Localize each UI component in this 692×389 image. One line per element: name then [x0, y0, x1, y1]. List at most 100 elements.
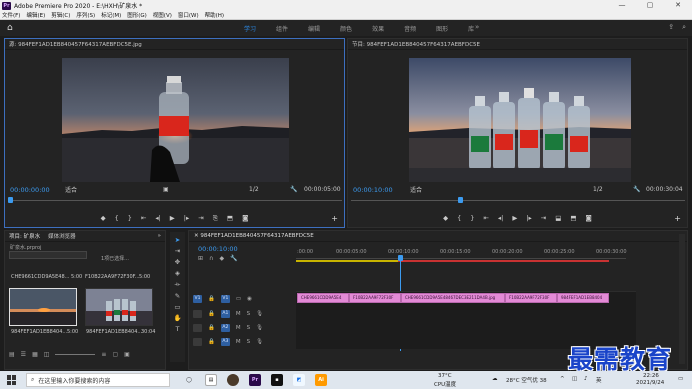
linked-selection-icon[interactable]: ∩: [209, 255, 213, 262]
project-more-button[interactable]: »: [158, 233, 161, 239]
mute-button[interactable]: M: [236, 339, 241, 345]
program-fit-select[interactable]: 适合: [410, 185, 422, 194]
mic-icon[interactable]: 🎙: [256, 339, 263, 345]
file-explorer-icon[interactable]: ▤: [205, 374, 217, 386]
tab-project[interactable]: 项目: 矿泉水: [9, 232, 40, 240]
source-marker-icon[interactable]: ▣: [163, 186, 169, 193]
step-back-icon[interactable]: ◂|: [155, 214, 160, 222]
play-button[interactable]: ▶: [512, 214, 517, 222]
mute-button[interactable]: M: [236, 325, 241, 331]
workspace-tab-audio[interactable]: 音频: [404, 24, 416, 33]
source-resolution-select[interactable]: 1/2: [249, 186, 259, 193]
freeform-view-icon[interactable]: ◫: [44, 351, 50, 358]
solo-button[interactable]: S: [247, 325, 251, 331]
ripple-edit-tool-icon[interactable]: ✥: [175, 258, 180, 266]
selection-tool-icon[interactable]: ➤: [175, 236, 180, 244]
mark-out-icon[interactable]: }: [470, 214, 474, 222]
extract-icon[interactable]: ⬒: [570, 214, 576, 222]
project-item-name[interactable]: CHE9661CDD9A5E48...: [11, 274, 69, 280]
add-button-icon[interactable]: +: [331, 214, 338, 223]
lock-icon[interactable]: 🔒: [208, 325, 215, 331]
lock-icon[interactable]: 🔒: [208, 339, 215, 345]
maximize-button[interactable]: ▢: [636, 0, 664, 11]
track-target-a2[interactable]: A2: [220, 323, 230, 332]
mic-icon[interactable]: 🎙: [256, 311, 263, 317]
workspace-tab-effects[interactable]: 效果: [372, 24, 384, 33]
workspace-tab-learn[interactable]: 学习: [244, 24, 256, 33]
camera-icon[interactable]: ◙: [586, 214, 592, 222]
step-forward-icon[interactable]: |▸: [184, 214, 189, 222]
mark-in-icon[interactable]: ◆: [101, 214, 106, 222]
sort-icon[interactable]: ≡: [101, 351, 106, 358]
windows-start-icon[interactable]: [7, 375, 17, 385]
menu-file[interactable]: 文件(F): [2, 11, 20, 19]
tab-media-browser[interactable]: 媒体浏览器: [48, 232, 76, 240]
go-to-in-icon[interactable]: ⇤: [483, 214, 488, 222]
new-bin-icon[interactable]: ▢: [112, 351, 118, 358]
timeline-clip[interactable]: F10B22AA9F72F30F: [505, 293, 557, 303]
lift-icon[interactable]: ⬓: [555, 214, 561, 222]
premiere-taskbar-icon[interactable]: Pr: [249, 374, 261, 386]
mute-button[interactable]: M: [236, 311, 241, 317]
source-timecode[interactable]: 00:00:00:00: [10, 186, 50, 194]
menu-graphics[interactable]: 图形(G): [127, 11, 147, 19]
source-patch-v1[interactable]: V1: [193, 294, 202, 303]
eye-icon[interactable]: ◉: [247, 296, 252, 302]
wrench-icon[interactable]: 🔧: [633, 186, 640, 193]
workspace-tab-graphics[interactable]: 图形: [436, 24, 448, 33]
menu-view[interactable]: 视图(V): [153, 11, 172, 19]
volume-icon[interactable]: ♪: [584, 376, 588, 382]
network-icon[interactable]: ◫: [572, 376, 577, 382]
zoom-slider[interactable]: [55, 353, 96, 355]
menu-edit[interactable]: 编辑(E): [26, 11, 45, 19]
menu-clip[interactable]: 剪辑(C): [51, 11, 70, 19]
wrench-icon[interactable]: 🔧: [290, 186, 297, 193]
insert-icon[interactable]: ⎘: [213, 214, 218, 223]
track-select-tool-icon[interactable]: ⇥: [175, 247, 180, 255]
workspace-tab-assembly[interactable]: 组件: [276, 24, 288, 33]
source-patch-a2[interactable]: [193, 323, 202, 332]
workspace-tab-libraries[interactable]: 库: [468, 24, 474, 33]
weather-text[interactable]: 28°C 空气优 38: [506, 376, 547, 384]
source-video-frame[interactable]: [62, 58, 289, 182]
workspace-more-button[interactable]: »: [475, 23, 479, 31]
source-monitor-title[interactable]: 源: 984FEF1AD1EB840457F64317AEBFDC5E.jpg: [9, 40, 142, 48]
mic-icon[interactable]: 🎙: [256, 325, 263, 331]
lock-icon[interactable]: 🔒: [208, 311, 215, 317]
marker-icon[interactable]: ◆: [443, 214, 448, 222]
timeline-clip[interactable]: CHE9661CDD9A5E48467DEC3E211DA4B.jpg: [401, 293, 505, 303]
export-icon[interactable]: ⇪: [668, 23, 674, 32]
source-scrubber[interactable]: [8, 197, 342, 203]
tray-expand-icon[interactable]: ^: [560, 376, 565, 382]
list-view-icon[interactable]: ☰: [21, 351, 26, 358]
source-fit-select[interactable]: 适合: [65, 185, 77, 194]
mark-out-icon[interactable]: {: [115, 214, 119, 222]
project-search-input[interactable]: [9, 251, 87, 259]
rectangle-tool-icon[interactable]: ▭: [174, 303, 180, 311]
step-forward-icon[interactable]: |▸: [526, 214, 531, 222]
track-target-a1[interactable]: A1: [220, 309, 230, 318]
weather-icon[interactable]: ☁: [492, 376, 498, 382]
source-patch-a1[interactable]: [193, 309, 202, 318]
camera-icon[interactable]: ◙: [242, 214, 248, 222]
timeline-ruler[interactable]: [296, 256, 626, 259]
timeline-clip[interactable]: CHE9661CDD9A5E4: [297, 293, 349, 303]
go-to-in-icon[interactable]: ⇤: [141, 214, 146, 222]
timeline-timecode[interactable]: 00:00:10:00: [198, 245, 238, 253]
task-view-icon[interactable]: ◯: [183, 374, 195, 386]
hand-tool-icon[interactable]: ✋: [173, 314, 181, 322]
program-timecode[interactable]: 00:00:10:00: [353, 186, 393, 194]
program-video-frame[interactable]: [409, 58, 631, 182]
solo-button[interactable]: S: [247, 339, 251, 345]
play-button[interactable]: ▶: [170, 214, 175, 222]
snap-icon[interactable]: ⊞: [198, 255, 203, 262]
notification-icon[interactable]: ▭: [678, 376, 683, 382]
home-icon[interactable]: ⌂: [7, 23, 17, 33]
timeline-settings-icon[interactable]: 🔧: [230, 255, 237, 262]
add-button-icon[interactable]: +: [674, 214, 681, 223]
sequence-tab[interactable]: ✕ 984FEF1AD1EB840457F64317AEBFDC5E: [194, 233, 314, 239]
clear-in-icon[interactable]: }: [128, 214, 132, 222]
workspace-tab-color[interactable]: 颜色: [340, 24, 352, 33]
minimize-button[interactable]: —: [608, 0, 636, 11]
taskbar-search-input[interactable]: ⌕ 在这里输入你要搜索的内容: [26, 373, 170, 387]
